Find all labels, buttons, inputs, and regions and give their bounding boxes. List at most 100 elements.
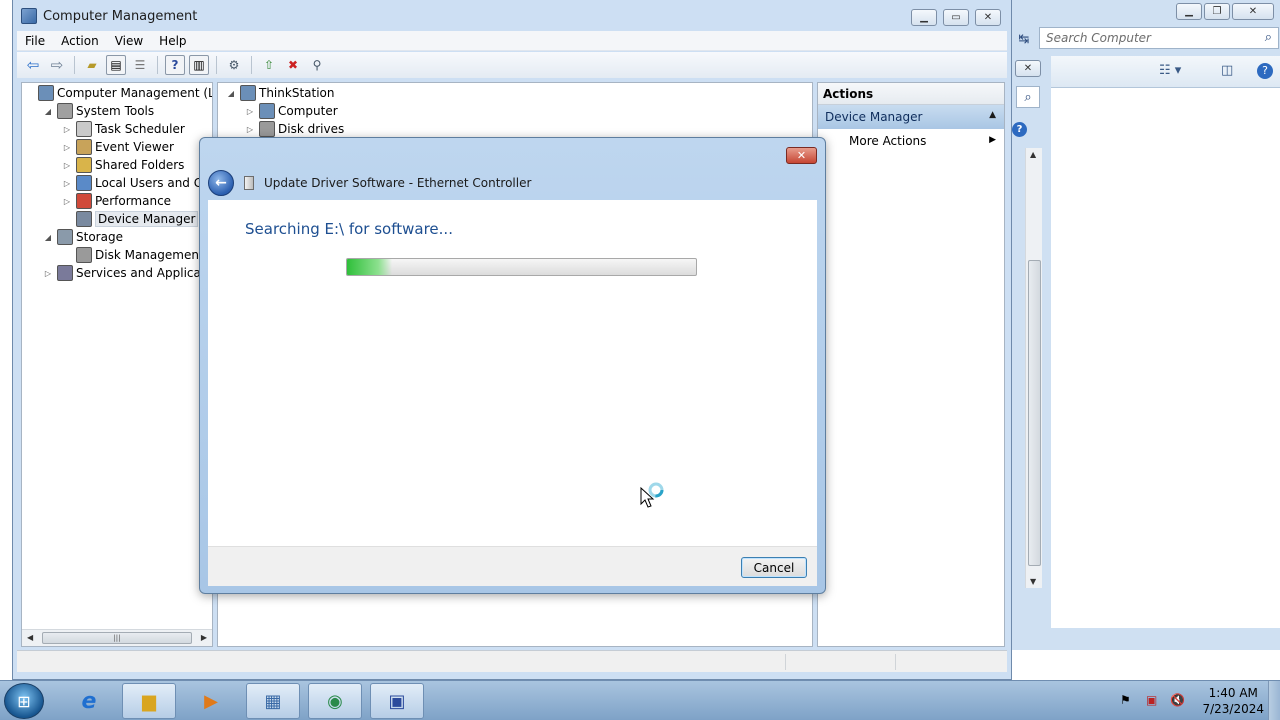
toolbar-separator	[216, 56, 217, 74]
tree-item[interactable]: Device Manager	[62, 210, 199, 228]
maximize-button[interactable]: ▭	[943, 9, 969, 26]
view-options-icon[interactable]: ☷ ▾	[1159, 63, 1181, 78]
enable-device-icon[interactable]: ⚲	[307, 55, 327, 75]
disk-icon	[76, 247, 92, 263]
expand-arrow-icon[interactable]: ▷	[62, 179, 72, 188]
expand-arrow-icon[interactable]: ▷	[62, 197, 72, 206]
clock[interactable]: 1:40 AM 7/23/2024	[1202, 685, 1264, 717]
tree-item-label: System Tools	[76, 104, 155, 118]
uninstall-icon[interactable]: ✖	[283, 55, 303, 75]
expand-arrow-icon[interactable]: ▷	[62, 125, 72, 134]
tree-item[interactable]: ◢ System Tools	[43, 102, 154, 120]
minimize-button[interactable]: ▁	[1176, 3, 1202, 20]
tree-item[interactable]: ▷ Services and Applications	[43, 264, 212, 282]
control-panel-icon[interactable]: ▦	[246, 683, 300, 719]
inner-close-button[interactable]: ✕	[1015, 60, 1041, 77]
dialog-body: Searching E:\ for software...	[208, 200, 817, 546]
search-icon[interactable]: ⌕	[1016, 86, 1040, 108]
expand-arrow-icon[interactable]: ▷	[62, 143, 72, 152]
vertical-scrollbar[interactable]: ▲ ▼	[1025, 148, 1042, 588]
expand-arrow-icon[interactable]: ▷	[245, 125, 255, 134]
minimize-button[interactable]: ▁	[911, 9, 937, 26]
more-actions-item[interactable]: More Actions ▶	[818, 129, 1004, 151]
refresh-icon[interactable]: ↹	[1013, 29, 1035, 49]
tree-item[interactable]: ▷ Task Scheduler	[62, 120, 185, 138]
back-arrow-icon[interactable]: ⇦	[23, 55, 43, 75]
properties-icon[interactable]: ☰	[130, 55, 150, 75]
event-viewer-icon	[76, 139, 92, 155]
background-explorer-window: ▁ ❐ ✕ ↹ Search Computer ⌕ ☷ ▾ ◫ ?	[1010, 0, 1280, 650]
scrollbar-thumb[interactable]: |||	[42, 632, 192, 644]
expand-arrow-icon[interactable]: ▷	[43, 269, 53, 278]
dialog-header: ← Update Driver Software - Ethernet Cont…	[208, 168, 817, 198]
restore-button[interactable]: ❐	[1204, 3, 1230, 20]
menu-file[interactable]: File	[17, 34, 53, 48]
collapse-arrow-icon[interactable]: ◢	[43, 233, 53, 242]
window-title-bar: Computer Management	[21, 8, 197, 24]
start-button[interactable]: ⊞	[4, 683, 44, 719]
close-button[interactable]: ✕	[975, 9, 1001, 26]
tree-item[interactable]: ▷ Event Viewer	[62, 138, 174, 156]
close-button[interactable]: ✕	[1232, 3, 1274, 20]
volume-muted-icon[interactable]: 🔇	[1170, 693, 1185, 707]
search-input[interactable]: Search Computer ⌕	[1039, 27, 1279, 49]
tree-item[interactable]: Computer Management (Local	[24, 84, 212, 102]
actions-section-device-manager[interactable]: Device Manager ▲	[818, 105, 1004, 129]
help-icon[interactable]: ?	[1257, 63, 1273, 79]
action-center-flag-icon[interactable]: ⚑	[1120, 693, 1131, 707]
show-action-pane-icon[interactable]: ▥	[189, 55, 209, 75]
computer-icon	[259, 103, 275, 119]
scroll-right-icon[interactable]: ▶	[201, 633, 207, 642]
menu-help[interactable]: Help	[151, 34, 194, 48]
tree-item[interactable]: ◢ ThinkStation	[226, 84, 335, 102]
help-icon[interactable]: ?	[1012, 122, 1027, 137]
horizontal-scrollbar[interactable]: ◀ ||| ▶	[22, 629, 212, 646]
window-controls: ▁ ▭ ✕	[911, 9, 1001, 26]
computer-management-icon	[21, 8, 37, 24]
close-button[interactable]: ✕	[786, 147, 817, 164]
cancel-button[interactable]: Cancel	[741, 557, 807, 578]
tree-item[interactable]: ▷ Computer	[245, 102, 338, 120]
up-folder-icon[interactable]: ▰	[82, 55, 102, 75]
scroll-up-icon[interactable]: ▲	[1030, 150, 1036, 159]
forward-arrow-icon[interactable]: ⇨	[47, 55, 67, 75]
scroll-left-icon[interactable]: ◀	[27, 633, 33, 642]
tree-item[interactable]: ▷ Performance	[62, 192, 171, 210]
windows-explorer-icon[interactable]: ▆	[122, 683, 176, 719]
tree-item[interactable]: ▷ Local Users and Groups	[62, 174, 212, 192]
dialog-title: Update Driver Software - Ethernet Contro…	[264, 176, 532, 190]
show-desktop-button[interactable]	[1268, 681, 1280, 720]
back-arrow-icon[interactable]: ←	[208, 170, 234, 196]
status-bar	[17, 650, 1007, 672]
collapse-arrow-icon[interactable]: ◢	[43, 107, 53, 116]
tree-item[interactable]: Disk Management	[62, 246, 204, 264]
tree-item[interactable]: ◢ Storage	[43, 228, 123, 246]
explorer-toolbar: ☷ ▾ ◫ ?	[1051, 56, 1280, 88]
network-disconnected-icon[interactable]: ▣	[1146, 693, 1157, 707]
collapse-arrow-icon[interactable]: ◢	[226, 89, 236, 98]
tree-item[interactable]: ▷ Disk drives	[245, 120, 344, 138]
menu-view[interactable]: View	[107, 34, 151, 48]
collapse-icon[interactable]: ▲	[989, 110, 996, 120]
tree-item-label: Task Scheduler	[95, 122, 185, 136]
preview-pane-icon[interactable]: ◫	[1221, 63, 1233, 78]
scan-hardware-icon[interactable]: ⚙	[224, 55, 244, 75]
system-tray: ⚑ ▣ 🔇 1:40 AM 7/23/2024	[1110, 681, 1280, 720]
show-hide-console-tree-icon[interactable]: ▤	[106, 55, 126, 75]
tree-item-label: Storage	[76, 230, 123, 244]
update-icon[interactable]: ◉	[308, 683, 362, 719]
help-icon[interactable]: ?	[165, 55, 185, 75]
menu-action[interactable]: Action	[53, 34, 107, 48]
media-player-icon[interactable]: ▶	[184, 683, 238, 719]
clock-date: 7/23/2024	[1202, 702, 1264, 716]
scroll-down-icon[interactable]: ▼	[1030, 577, 1036, 586]
expand-arrow-icon[interactable]: ▷	[62, 161, 72, 170]
scrollbar-thumb[interactable]	[1028, 260, 1041, 566]
tree-item[interactable]: ▷ Shared Folders	[62, 156, 184, 174]
internet-explorer-icon[interactable]: e	[62, 683, 116, 719]
toolbar: ⇦ ⇨ ▰ ▤ ☰ ? ▥ ⚙ ⇧ ✖ ⚲	[17, 52, 1007, 78]
expand-arrow-icon[interactable]: ▷	[245, 107, 255, 116]
update-driver-icon[interactable]: ⇧	[259, 55, 279, 75]
network-icon[interactable]: ▣	[370, 683, 424, 719]
search-icon[interactable]: ⌕	[1265, 30, 1272, 45]
